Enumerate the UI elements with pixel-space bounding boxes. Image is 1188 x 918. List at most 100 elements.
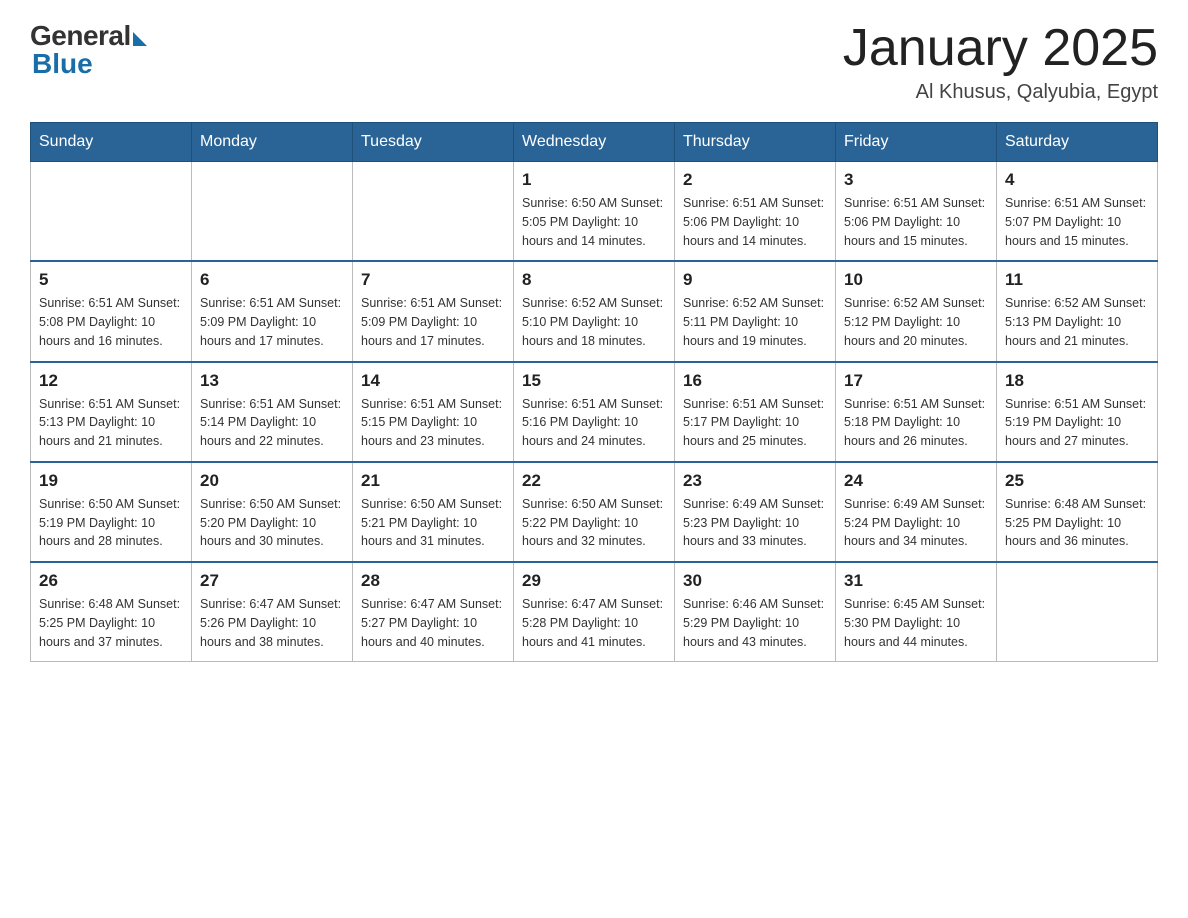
calendar-day-cell: 5 Sunrise: 6:51 AM Sunset: 5:08 PM Daylig…: [31, 261, 192, 361]
day-number: 17: [844, 371, 988, 391]
title-section: January 2025 Al Khusus, Qalyubia, Egypt: [843, 20, 1158, 104]
day-of-week-header: Tuesday: [353, 123, 514, 162]
day-number: 31: [844, 571, 988, 591]
day-number: 2: [683, 170, 827, 190]
calendar-day-cell: 22 Sunrise: 6:50 AM Sunset: 5:22 PM Dayli…: [514, 462, 675, 562]
day-number: 6: [200, 270, 344, 290]
day-number: 16: [683, 371, 827, 391]
logo-arrow-icon: [133, 32, 147, 46]
day-number: 9: [683, 270, 827, 290]
day-info: Sunrise: 6:52 AM Sunset: 5:13 PM Dayligh…: [1005, 294, 1149, 350]
calendar-day-cell: 11Sunrise: 6:52 AM Sunset: 5:13 PM Dayli…: [997, 261, 1158, 361]
day-number: 5: [39, 270, 183, 290]
day-info: Sunrise: 6:50 AM Sunset: 5:19 PM Dayligh…: [39, 495, 183, 551]
calendar-day-cell: [31, 162, 192, 262]
calendar-day-cell: 2Sunrise: 6:51 AM Sunset: 5:06 PM Daylig…: [675, 162, 836, 262]
day-info: Sunrise: 6:50 AM Sunset: 5:21 PM Dayligh…: [361, 495, 505, 551]
day-info: Sunrise: 6:52 AM Sunset: 5:10 PM Dayligh…: [522, 294, 666, 350]
day-info: Sunrise: 6:51 AM Sunset: 5:07 PM Dayligh…: [1005, 194, 1149, 250]
calendar-week-row: 1Sunrise: 6:50 AM Sunset: 5:05 PM Daylig…: [31, 162, 1158, 262]
calendar-day-cell: 27Sunrise: 6:47 AM Sunset: 5:26 PM Dayli…: [192, 562, 353, 662]
day-info: Sunrise: 6:50 AM Sunset: 5:20 PM Dayligh…: [200, 495, 344, 551]
calendar-day-cell: 24 Sunrise: 6:49 AM Sunset: 5:24 PM Dayli…: [836, 462, 997, 562]
calendar-day-cell: 31Sunrise: 6:45 AM Sunset: 5:30 PM Dayli…: [836, 562, 997, 662]
day-number: 14: [361, 371, 505, 391]
day-number: 18: [1005, 371, 1149, 391]
day-number: 21: [361, 471, 505, 491]
calendar-day-cell: [353, 162, 514, 262]
logo-blue-text: Blue: [30, 48, 93, 80]
day-number: 12: [39, 371, 183, 391]
calendar-day-cell: 6 Sunrise: 6:51 AM Sunset: 5:09 PM Daylig…: [192, 261, 353, 361]
calendar-day-cell: 10 Sunrise: 6:52 AM Sunset: 5:12 PM Dayli…: [836, 261, 997, 361]
calendar-day-cell: 4 Sunrise: 6:51 AM Sunset: 5:07 PM Daylig…: [997, 162, 1158, 262]
calendar-day-cell: 7 Sunrise: 6:51 AM Sunset: 5:09 PM Daylig…: [353, 261, 514, 361]
calendar-day-cell: 20Sunrise: 6:50 AM Sunset: 5:20 PM Dayli…: [192, 462, 353, 562]
calendar-day-cell: 26Sunrise: 6:48 AM Sunset: 5:25 PM Dayli…: [31, 562, 192, 662]
day-number: 15: [522, 371, 666, 391]
day-number: 19: [39, 471, 183, 491]
day-number: 25: [1005, 471, 1149, 491]
day-info: Sunrise: 6:51 AM Sunset: 5:17 PM Dayligh…: [683, 395, 827, 451]
calendar-day-cell: 14 Sunrise: 6:51 AM Sunset: 5:15 PM Dayli…: [353, 362, 514, 462]
page-header: General Blue January 2025 Al Khusus, Qal…: [30, 20, 1158, 104]
day-info: Sunrise: 6:46 AM Sunset: 5:29 PM Dayligh…: [683, 595, 827, 651]
calendar-day-cell: 28Sunrise: 6:47 AM Sunset: 5:27 PM Dayli…: [353, 562, 514, 662]
calendar-day-cell: 19 Sunrise: 6:50 AM Sunset: 5:19 PM Dayli…: [31, 462, 192, 562]
day-number: 10: [844, 270, 988, 290]
day-info: Sunrise: 6:49 AM Sunset: 5:23 PM Dayligh…: [683, 495, 827, 551]
month-title: January 2025: [843, 20, 1158, 77]
calendar-day-cell: [997, 562, 1158, 662]
calendar-week-row: 12 Sunrise: 6:51 AM Sunset: 5:13 PM Dayli…: [31, 362, 1158, 462]
day-info: Sunrise: 6:51 AM Sunset: 5:06 PM Dayligh…: [844, 194, 988, 250]
day-number: 28: [361, 571, 505, 591]
day-info: Sunrise: 6:51 AM Sunset: 5:18 PM Dayligh…: [844, 395, 988, 451]
day-info: Sunrise: 6:51 AM Sunset: 5:13 PM Dayligh…: [39, 395, 183, 451]
day-info: Sunrise: 6:51 AM Sunset: 5:14 PM Dayligh…: [200, 395, 344, 451]
calendar-table: SundayMondayTuesdayWednesdayThursdayFrid…: [30, 122, 1158, 662]
day-info: Sunrise: 6:50 AM Sunset: 5:05 PM Dayligh…: [522, 194, 666, 250]
calendar-day-cell: [192, 162, 353, 262]
calendar-week-row: 26Sunrise: 6:48 AM Sunset: 5:25 PM Dayli…: [31, 562, 1158, 662]
day-info: Sunrise: 6:47 AM Sunset: 5:26 PM Dayligh…: [200, 595, 344, 651]
day-number: 23: [683, 471, 827, 491]
day-number: 29: [522, 571, 666, 591]
day-info: Sunrise: 6:52 AM Sunset: 5:12 PM Dayligh…: [844, 294, 988, 350]
calendar-week-row: 5 Sunrise: 6:51 AM Sunset: 5:08 PM Daylig…: [31, 261, 1158, 361]
calendar-day-cell: 30 Sunrise: 6:46 AM Sunset: 5:29 PM Dayli…: [675, 562, 836, 662]
day-info: Sunrise: 6:51 AM Sunset: 5:09 PM Dayligh…: [361, 294, 505, 350]
day-of-week-header: Saturday: [997, 123, 1158, 162]
day-of-week-header: Wednesday: [514, 123, 675, 162]
day-info: Sunrise: 6:48 AM Sunset: 5:25 PM Dayligh…: [1005, 495, 1149, 551]
calendar-day-cell: 29Sunrise: 6:47 AM Sunset: 5:28 PM Dayli…: [514, 562, 675, 662]
day-number: 26: [39, 571, 183, 591]
day-info: Sunrise: 6:51 AM Sunset: 5:09 PM Dayligh…: [200, 294, 344, 350]
day-of-week-header: Monday: [192, 123, 353, 162]
day-number: 8: [522, 270, 666, 290]
calendar-day-cell: 16 Sunrise: 6:51 AM Sunset: 5:17 PM Dayli…: [675, 362, 836, 462]
calendar-day-cell: 18 Sunrise: 6:51 AM Sunset: 5:19 PM Dayli…: [997, 362, 1158, 462]
calendar-day-cell: 3Sunrise: 6:51 AM Sunset: 5:06 PM Daylig…: [836, 162, 997, 262]
day-number: 4: [1005, 170, 1149, 190]
calendar-day-cell: 8 Sunrise: 6:52 AM Sunset: 5:10 PM Daylig…: [514, 261, 675, 361]
day-number: 22: [522, 471, 666, 491]
day-info: Sunrise: 6:51 AM Sunset: 5:19 PM Dayligh…: [1005, 395, 1149, 451]
day-number: 30: [683, 571, 827, 591]
calendar-day-cell: 17 Sunrise: 6:51 AM Sunset: 5:18 PM Dayli…: [836, 362, 997, 462]
day-number: 7: [361, 270, 505, 290]
day-number: 24: [844, 471, 988, 491]
calendar-day-cell: 13 Sunrise: 6:51 AM Sunset: 5:14 PM Dayli…: [192, 362, 353, 462]
day-info: Sunrise: 6:50 AM Sunset: 5:22 PM Dayligh…: [522, 495, 666, 551]
calendar-day-cell: 23 Sunrise: 6:49 AM Sunset: 5:23 PM Dayli…: [675, 462, 836, 562]
day-info: Sunrise: 6:49 AM Sunset: 5:24 PM Dayligh…: [844, 495, 988, 551]
day-number: 13: [200, 371, 344, 391]
calendar-day-cell: 1Sunrise: 6:50 AM Sunset: 5:05 PM Daylig…: [514, 162, 675, 262]
calendar-day-cell: 15Sunrise: 6:51 AM Sunset: 5:16 PM Dayli…: [514, 362, 675, 462]
day-info: Sunrise: 6:51 AM Sunset: 5:15 PM Dayligh…: [361, 395, 505, 451]
logo: General Blue: [30, 20, 147, 80]
calendar-day-cell: 21 Sunrise: 6:50 AM Sunset: 5:21 PM Dayli…: [353, 462, 514, 562]
location-text: Al Khusus, Qalyubia, Egypt: [843, 81, 1158, 104]
day-info: Sunrise: 6:51 AM Sunset: 5:08 PM Dayligh…: [39, 294, 183, 350]
calendar-day-cell: 12 Sunrise: 6:51 AM Sunset: 5:13 PM Dayli…: [31, 362, 192, 462]
calendar-week-row: 19 Sunrise: 6:50 AM Sunset: 5:19 PM Dayli…: [31, 462, 1158, 562]
